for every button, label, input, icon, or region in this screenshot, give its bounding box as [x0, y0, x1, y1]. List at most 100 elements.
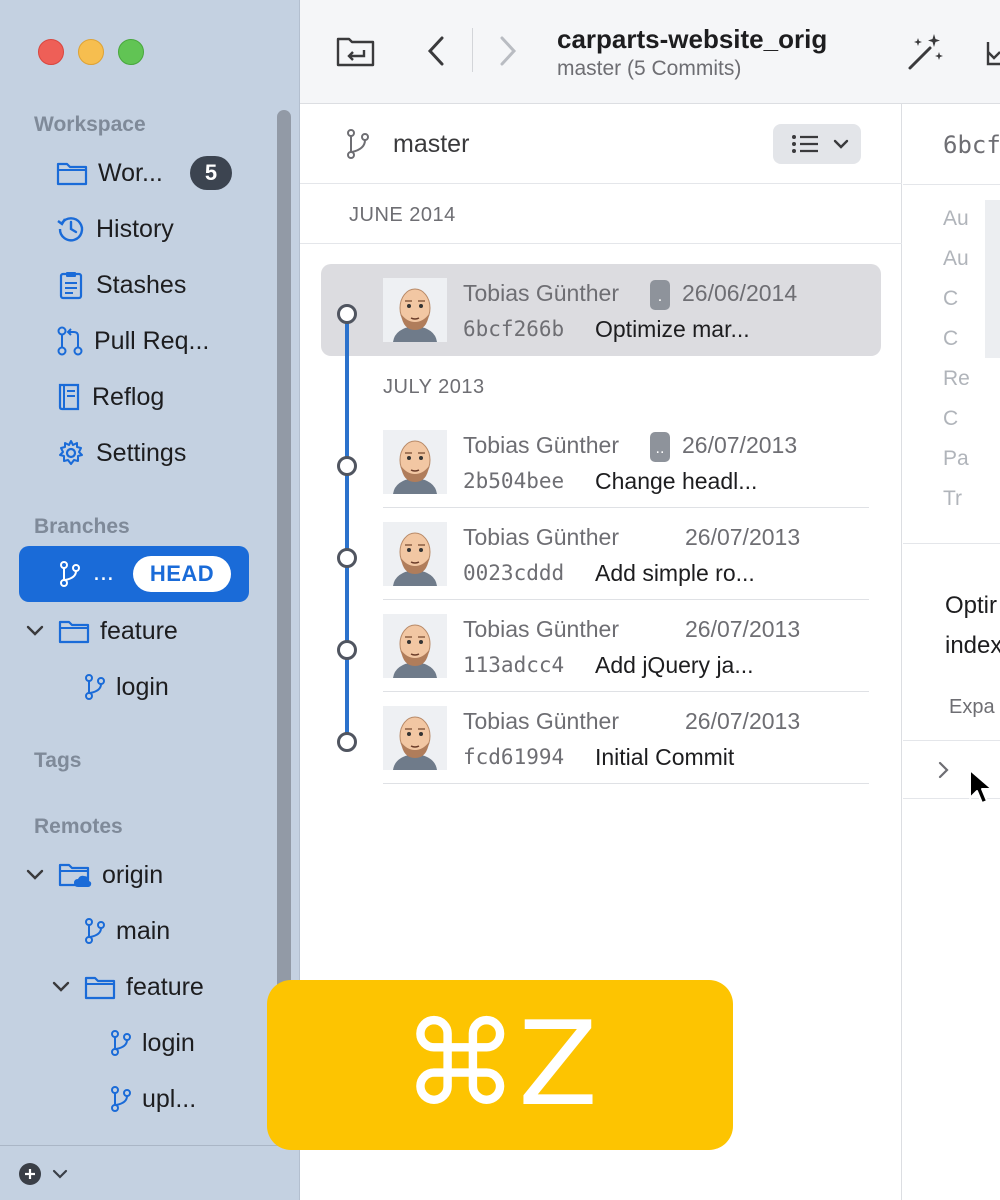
changes-count-badge: 5 [190, 156, 232, 190]
commit-author: Tobias Günther [463, 524, 619, 550]
commit-row[interactable]: Tobias Günther . 26/06/2014 6bcf266b Opt… [383, 264, 869, 356]
commit-hash: 113adcc4 [463, 653, 565, 677]
current-branch-label: ... [93, 558, 114, 586]
commit-message: Add simple ro... [595, 560, 755, 586]
commit-hash: 0023cddd [463, 561, 565, 585]
keyboard-shortcut-overlay: ⌘Z [267, 980, 733, 1150]
chevron-right-icon[interactable] [937, 760, 951, 780]
chevron-down-icon[interactable] [52, 1168, 68, 1180]
commit-graph-node [337, 640, 357, 660]
avatar [383, 278, 447, 342]
commit-row[interactable]: Tobias Günther .. 26/07/2013 2b504bee Ch… [383, 416, 869, 508]
commit-graph-line [345, 314, 349, 744]
avatar [383, 706, 447, 770]
sidebar-item-current-branch[interactable]: ... HEAD [19, 546, 249, 602]
sidebar-item-label: Wor... [98, 158, 163, 187]
sidebar-item-stashes[interactable]: Stashes [56, 260, 186, 310]
commit-message: Change headl... [595, 468, 758, 494]
commit-message: Initial Commit [595, 744, 735, 770]
divider [300, 243, 902, 244]
inbox-icon[interactable] [984, 38, 1000, 68]
repository-switch-icon[interactable] [336, 34, 376, 68]
detail-commit-hash: 6bcf [943, 131, 1000, 159]
tag-badge: .. [650, 432, 670, 462]
close-window-button[interactable] [38, 39, 64, 65]
commit-graph-node [337, 456, 357, 476]
branch-icon [85, 674, 105, 700]
repository-title: carparts-website_orig [557, 24, 828, 54]
commit-message: Optimize mar... [595, 316, 750, 342]
forward-chevron-icon[interactable] [496, 35, 520, 67]
folder-icon [56, 162, 88, 186]
back-chevron-icon[interactable] [424, 35, 448, 67]
detail-message-line: index [945, 632, 1000, 659]
zoom-window-button[interactable] [118, 39, 144, 65]
detail-label: C [943, 287, 959, 310]
sidebar-item-label: Settings [96, 438, 187, 467]
add-circle-icon[interactable] [18, 1162, 42, 1186]
pull-request-icon [57, 326, 83, 356]
section-workspace: Workspace [34, 113, 146, 136]
branch-icon [111, 1086, 131, 1112]
chevron-down-icon [833, 139, 849, 149]
chevron-down-icon [52, 981, 70, 992]
avatar [383, 614, 447, 678]
commit-graph-node [337, 304, 357, 324]
branch-icon [60, 561, 80, 587]
sidebar-item-settings[interactable]: Settings [56, 428, 186, 478]
sidebar-item-history[interactable]: History [56, 204, 174, 254]
commit-author: Tobias Günther [463, 432, 619, 458]
sidebar-item-pull-requests[interactable]: Pull Req... [56, 316, 209, 366]
sidebar-item-label: History [96, 214, 174, 243]
branch-icon [85, 918, 105, 944]
divider [903, 184, 1000, 185]
avatar [383, 522, 447, 586]
sidebar-item-remote-login[interactable]: login [110, 1018, 195, 1068]
list-icon [792, 135, 818, 153]
commit-date: 26/07/2013 [685, 524, 801, 550]
view-options-button[interactable] [773, 124, 861, 164]
expand-all-link[interactable]: Expa [949, 696, 995, 719]
minimize-window-button[interactable] [78, 39, 104, 65]
sidebar-item-remote-upload[interactable]: upl... [110, 1074, 196, 1124]
sidebar-remote-folder-feature[interactable]: feature [52, 962, 204, 1012]
divider [903, 543, 1000, 544]
sidebar-scrollbar[interactable] [277, 110, 291, 1010]
commit-author: Tobias Günther [463, 280, 619, 306]
branch-name: master [393, 130, 470, 158]
folder-icon [84, 976, 116, 1000]
detail-label: Au [943, 247, 969, 270]
sidebar-folder-feature[interactable]: feature [26, 606, 178, 656]
commit-message: Add jQuery ja... [595, 652, 754, 678]
history-icon [57, 217, 84, 242]
nav-divider [472, 28, 473, 72]
detail-author-field [985, 200, 1000, 358]
sidebar-item-label: feature [126, 972, 204, 1001]
section-remotes: Remotes [34, 815, 123, 838]
commit-row[interactable]: Tobias Günther 26/07/2013 0023cddd Add s… [383, 508, 869, 600]
clipboard-icon [59, 272, 83, 300]
detail-label: C [943, 407, 959, 430]
branch-icon [111, 1030, 131, 1056]
sidebar-remote-origin[interactable]: origin [26, 850, 163, 900]
commit-row[interactable]: Tobias Günther 26/07/2013 113adcc4 Add j… [383, 600, 869, 692]
sidebar-item-remote-main[interactable]: main [84, 906, 170, 956]
commit-author: Tobias Günther [463, 708, 619, 734]
sidebar-item-working-copy[interactable]: Wor... [56, 148, 163, 198]
commit-detail-panel: 6bcf Au Au C C Re C Pa Tr Optir index Ex… [903, 104, 1000, 1200]
chevron-down-icon [26, 625, 44, 636]
commit-row[interactable]: Tobias Günther 26/07/2013 fcd61994 Initi… [383, 692, 869, 784]
detail-label: C [943, 327, 959, 350]
magic-wand-icon[interactable] [906, 32, 946, 72]
sidebar-item-branch-login[interactable]: login [84, 662, 169, 712]
mouse-cursor-icon [969, 769, 993, 804]
commit-date: 26/06/2014 [682, 280, 798, 306]
sidebar-item-reflog[interactable]: Reflog [56, 372, 164, 422]
repository-subtitle: master (5 Commits) [557, 57, 742, 80]
detail-message-line: Optir [945, 592, 998, 619]
sidebar-item-label: main [116, 916, 171, 945]
month-header: JUNE 2014 [349, 204, 456, 226]
commit-author: Tobias Günther [463, 616, 619, 642]
shortcut-text: ⌘Z [402, 997, 598, 1132]
sidebar-item-label: Reflog [92, 382, 165, 411]
